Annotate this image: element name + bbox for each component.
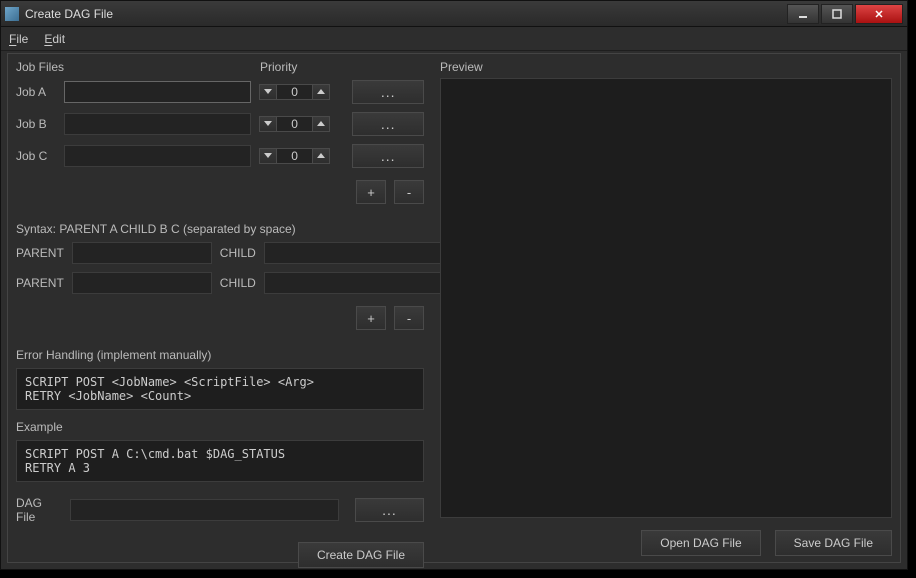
- child-label: CHILD: [220, 246, 256, 260]
- error-handling-code[interactable]: SCRIPT POST <JobName> <ScriptFile> <Arg>…: [16, 368, 424, 410]
- syntax-label: Syntax: PARENT A CHILD B C (separated by…: [16, 222, 424, 236]
- priority-spinner[interactable]: 0: [259, 148, 331, 164]
- job-label: Job B: [16, 117, 56, 131]
- chevron-up-icon[interactable]: [312, 84, 330, 100]
- add-relation-button[interactable]: +: [356, 306, 386, 330]
- example-label: Example: [16, 420, 424, 434]
- error-handling-label: Error Handling (implement manually): [16, 348, 424, 362]
- close-button[interactable]: [855, 4, 903, 24]
- example-code: SCRIPT POST A C:\cmd.bat $DAG_STATUS RET…: [16, 440, 424, 482]
- job-browse-button[interactable]: ...: [352, 80, 424, 104]
- window-title: Create DAG File: [25, 7, 787, 21]
- job-browse-button[interactable]: ...: [352, 144, 424, 168]
- app-icon: [5, 7, 19, 21]
- chevron-up-icon[interactable]: [312, 148, 330, 164]
- content-area: Job Files Priority Job A0...Job B0...Job…: [7, 53, 901, 563]
- parent-label: PARENT: [16, 276, 64, 290]
- titlebar[interactable]: Create DAG File: [1, 1, 907, 27]
- chevron-down-icon[interactable]: [259, 148, 277, 164]
- menubar: File Edit: [1, 27, 907, 51]
- app-window: Create DAG File File Edit Job Files Prior…: [0, 0, 908, 570]
- remove-job-button[interactable]: -: [394, 180, 424, 204]
- create-dag-button[interactable]: Create DAG File: [298, 542, 424, 568]
- parent-input[interactable]: [72, 242, 212, 264]
- relation-row: PARENT CHILD: [16, 272, 424, 294]
- priority-value: 0: [277, 116, 313, 132]
- parent-label: PARENT: [16, 246, 64, 260]
- maximize-button[interactable]: [821, 4, 853, 24]
- priority-spinner[interactable]: 0: [259, 84, 331, 100]
- priority-value: 0: [277, 148, 313, 164]
- dagfile-input[interactable]: [70, 499, 339, 521]
- save-dag-button[interactable]: Save DAG File: [775, 530, 892, 556]
- priority-header: Priority: [260, 60, 297, 74]
- open-dag-button[interactable]: Open DAG File: [641, 530, 760, 556]
- left-panel: Job Files Priority Job A0...Job B0...Job…: [8, 54, 432, 562]
- dagfile-label: DAG File: [16, 496, 62, 524]
- menu-file[interactable]: File: [9, 32, 28, 46]
- job-label: Job A: [16, 85, 56, 99]
- remove-relation-button[interactable]: -: [394, 306, 424, 330]
- job-row: Job B 0...: [16, 112, 424, 136]
- child-input[interactable]: [264, 242, 451, 264]
- menu-edit[interactable]: Edit: [44, 32, 65, 46]
- job-browse-button[interactable]: ...: [352, 112, 424, 136]
- parent-input[interactable]: [72, 272, 212, 294]
- chevron-down-icon[interactable]: [259, 116, 277, 132]
- job-path-input[interactable]: [64, 145, 251, 167]
- right-panel: Preview Open DAG File Save DAG File: [432, 54, 900, 562]
- priority-value: 0: [277, 84, 313, 100]
- job-label: Job C: [16, 149, 56, 163]
- job-row: Job C 0...: [16, 144, 424, 168]
- dagfile-browse-button[interactable]: ...: [355, 498, 424, 522]
- child-input[interactable]: [264, 272, 451, 294]
- job-path-input[interactable]: [64, 81, 251, 103]
- preview-box: [440, 78, 892, 518]
- job-path-input[interactable]: [64, 113, 251, 135]
- minimize-button[interactable]: [787, 4, 819, 24]
- jobfiles-header: Job Files: [16, 60, 260, 74]
- child-label: CHILD: [220, 276, 256, 290]
- job-row: Job A 0...: [16, 80, 424, 104]
- priority-spinner[interactable]: 0: [259, 116, 331, 132]
- preview-label: Preview: [440, 60, 892, 74]
- add-job-button[interactable]: +: [356, 180, 386, 204]
- relation-row: PARENT CHILD: [16, 242, 424, 264]
- chevron-up-icon[interactable]: [312, 116, 330, 132]
- chevron-down-icon[interactable]: [259, 84, 277, 100]
